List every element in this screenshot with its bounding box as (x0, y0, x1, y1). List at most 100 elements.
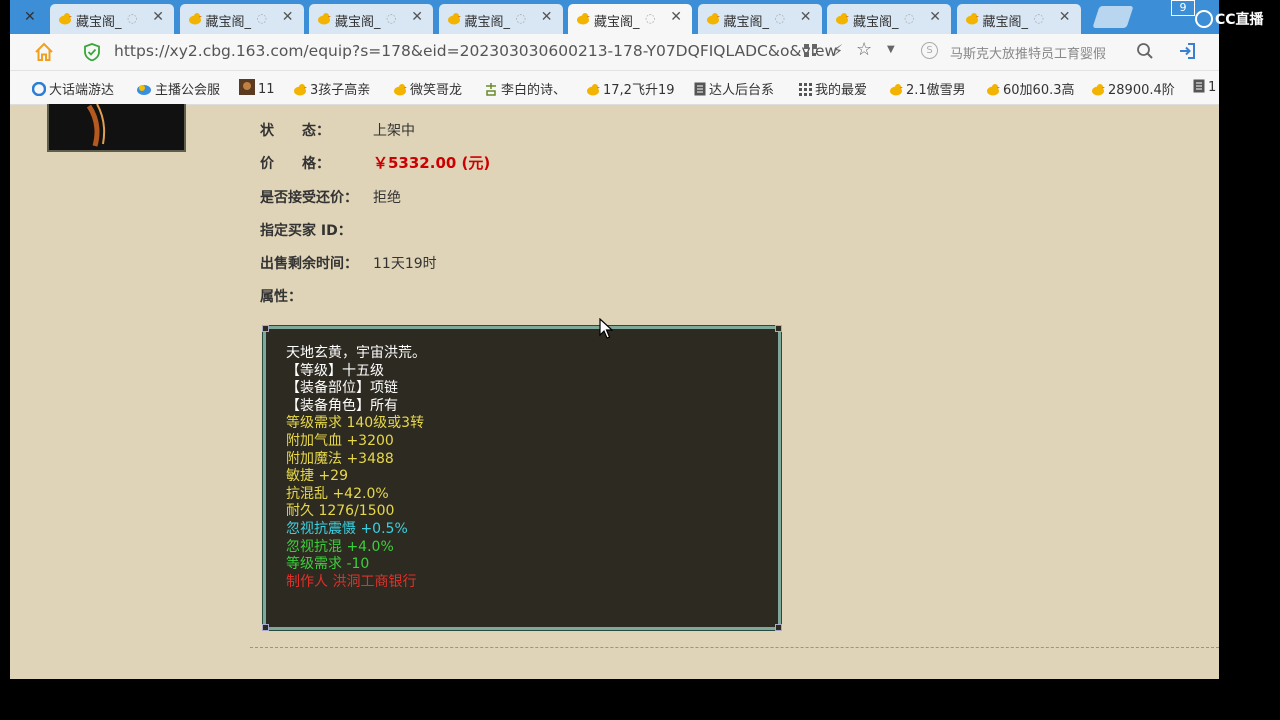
tab-title: 藏宝阁_ (853, 15, 899, 30)
chevron-down-icon[interactable]: ▼ (887, 44, 895, 55)
tab-close-icon[interactable]: ✕ (541, 9, 553, 25)
tab-title: 藏宝阁_ (982, 15, 1029, 30)
attribute-line: 【装备部位】项链 (286, 380, 398, 397)
panel-corner (775, 325, 782, 332)
lightning-icon[interactable]: ⚡ (832, 41, 843, 60)
bookmark-item[interactable]: 达人后台系 (694, 79, 774, 100)
tab-close-icon[interactable]: ✕ (152, 9, 164, 25)
bookmark-label: 3孩子高亲 (310, 83, 371, 98)
time-left-value: 11天19时 (373, 256, 437, 272)
tab-title: 藏宝阁_ (594, 15, 640, 30)
bookmark-label: 17,2飞升19 (603, 83, 675, 98)
duck-icon (1091, 83, 1105, 100)
tab-count-badge[interactable]: 9 (1171, 0, 1195, 16)
close-icon[interactable]: ✕ (24, 9, 36, 25)
bookmark-item[interactable]: 大话端游达 (31, 79, 115, 100)
bookmark-item[interactable]: 2.1傲雪男 (889, 79, 966, 100)
star-icon[interactable]: ☆ (856, 39, 872, 60)
attribute-line: 等级需求 -10 (286, 556, 370, 573)
bookmark-item[interactable]: 微笑哥龙 (393, 79, 462, 100)
bookmark-item[interactable]: 11 (239, 79, 275, 99)
login-icon[interactable] (1177, 41, 1197, 61)
bookmark-item[interactable]: 17,2飞升19 (586, 79, 675, 100)
attribute-line: 附加魔法 +3488 (286, 450, 394, 467)
doc-icon (1193, 79, 1205, 97)
url-field[interactable]: https://xy2.cbg.163.com/equip?s=178&eid=… (114, 42, 837, 60)
shield-icon (84, 43, 100, 61)
bookmark-label: 1 (1208, 80, 1217, 95)
browser-tab[interactable]: 藏宝阁_ ◌ ✕ (827, 4, 951, 34)
duck-icon (318, 13, 331, 25)
browser-tab[interactable]: 藏宝阁_ ◌ ✕ (179, 4, 304, 34)
duck-icon (836, 13, 849, 25)
cc-live-logo-text: CC直播 (1215, 12, 1264, 28)
browser-tab[interactable]: 藏宝阁_ ◌ ✕ (309, 4, 433, 34)
bookmark-label: 主播公会服 (155, 83, 221, 98)
counter-offer-label: 是否接受还价： (260, 190, 358, 206)
grid-icon (799, 83, 812, 100)
panel-corner (775, 624, 782, 631)
cloud-icon (136, 82, 152, 100)
tab-close-icon[interactable]: ✕ (1059, 9, 1071, 25)
browser-tab[interactable]: 藏宝阁_ ◌ ✕ (568, 4, 692, 34)
attribute-line: 耐久 1276/1500 (286, 503, 395, 520)
bookmark-item[interactable]: 1 (1193, 79, 1216, 97)
attribute-line: 忽视抗震慑 +0.5% (286, 521, 408, 537)
search-icon[interactable] (1136, 42, 1154, 60)
attribute-line: 天地玄黄，宇宙洪荒。 (286, 345, 426, 361)
browser-tab[interactable]: 藏宝阁_ ◌ ✕ (438, 4, 563, 34)
tab-close-icon[interactable]: ✕ (800, 9, 812, 25)
duck-icon (986, 83, 1000, 100)
attribute-line: 【装备角色】所有 (286, 397, 398, 414)
bookmark-item[interactable]: 3孩子高亲 (293, 79, 370, 100)
tab-title: 藏宝阁_ (723, 15, 770, 30)
attribute-line: 制作人 洪洞工商银行 (286, 573, 417, 590)
browser-window: ✕ 藏宝阁_ ◌ ✕ 藏宝阁_ ◌ ✕ 藏宝阁_ ◌ ✕ 藏宝阁_ ◌ ✕ 藏宝阁_ ◌ ✕ 藏宝阁_ ◌ ✕ 藏宝… (10, 0, 1219, 679)
bookmark-label: 我的最爱 (815, 83, 868, 98)
duck-icon (447, 13, 461, 25)
address-bar: https://xy2.cbg.163.com/equip?s=178&eid=… (10, 34, 1219, 71)
loading-icon: ◌ (386, 11, 397, 25)
bookmark-item[interactable]: 我的最爱 (799, 79, 867, 100)
loading-icon: ◌ (1033, 11, 1044, 25)
cc-live-logo: CC直播 (1195, 9, 1264, 29)
tab-close-icon[interactable]: ✕ (282, 9, 294, 25)
bookmark-label: 60加60.3高 (1003, 83, 1075, 98)
browser-tab[interactable]: 藏宝阁_ ◌ ✕ (956, 4, 1081, 34)
bookmark-label: 李白的诗、 (501, 83, 567, 98)
search-engine-icon[interactable]: S (921, 42, 938, 59)
ji-icon (484, 82, 498, 100)
status-label: 状 态： (260, 123, 330, 139)
bookmark-item[interactable]: 60加60.3高 (986, 79, 1075, 100)
avatar-icon (239, 79, 255, 99)
tab-close-icon[interactable]: ✕ (670, 9, 682, 25)
price-value: ￥5332.00 (元) (373, 154, 491, 172)
duck-icon (188, 13, 202, 25)
bookmark-item[interactable]: 李白的诗、 (484, 79, 566, 100)
duck-icon (293, 83, 307, 100)
duck-icon (965, 13, 979, 25)
panel-corner (262, 624, 269, 631)
tab-close-icon[interactable]: ✕ (411, 9, 423, 25)
home-icon[interactable] (34, 42, 54, 62)
browser-tab[interactable]: 藏宝阁_ ◌ ✕ (697, 4, 822, 34)
bookmark-label: 大话端游达 (49, 83, 115, 98)
bookmark-label: 微笑哥龙 (410, 83, 463, 98)
bookmark-label: 28900.4阶 (1108, 83, 1175, 98)
new-tab-button[interactable] (1092, 6, 1134, 28)
tab-close-icon[interactable]: ✕ (929, 9, 941, 25)
loading-icon: ◌ (774, 11, 785, 25)
qr-code-icon[interactable] (804, 44, 818, 58)
search-input[interactable]: 马斯克大放推特员工育婴假 (950, 43, 1106, 62)
bookmark-item[interactable]: 28900.4阶 (1091, 79, 1175, 100)
swirl-icon (31, 81, 47, 100)
tab-title: 藏宝阁_ (335, 15, 381, 30)
bookmark-item[interactable]: 主播公会服 (136, 79, 220, 100)
browser-tab[interactable]: 藏宝阁_ ◌ ✕ (50, 4, 174, 34)
tab-title: 藏宝阁_ (205, 15, 252, 30)
panel-corner (262, 325, 269, 332)
tab-strip: ✕ 藏宝阁_ ◌ ✕ 藏宝阁_ ◌ ✕ 藏宝阁_ ◌ ✕ 藏宝阁_ ◌ ✕ 藏宝阁_ ◌ ✕ 藏宝阁_ ◌ ✕ 藏宝… (10, 0, 1219, 34)
duck-icon (889, 83, 903, 100)
status-value: 上架中 (373, 123, 415, 139)
attribute-line: 附加气血 +3200 (286, 433, 394, 449)
